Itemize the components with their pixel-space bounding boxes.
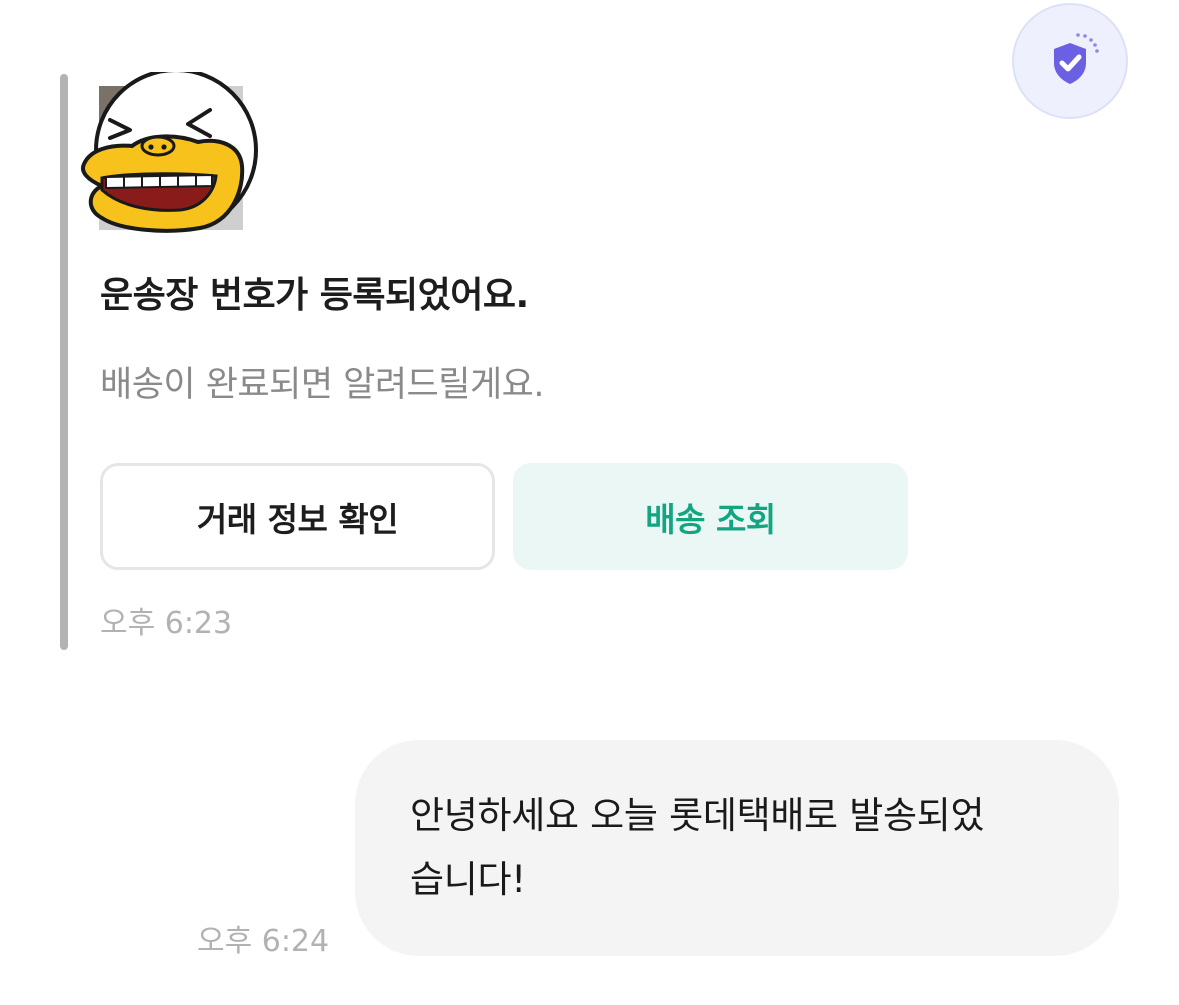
notice-timestamp: 오후 6:23	[100, 606, 233, 641]
message-timestamp: 오후 6:24	[197, 924, 330, 959]
shipment-tracking-button[interactable]: 배송 조회	[513, 463, 908, 570]
message-bubble[interactable]: 안녕하세요 오늘 롯데택배로 발송되었 습니다!	[355, 740, 1119, 956]
notice-body: 배송이 완료되면 알려드릴게요.	[100, 365, 544, 405]
laughing-duck-emoticon	[81, 72, 258, 233]
message-text: 안녕하세요 오늘 롯데택배로 발송되었 습니다!	[410, 794, 985, 901]
order-info-button[interactable]: 거래 정보 확인	[100, 463, 495, 570]
safety-badge[interactable]	[1012, 3, 1128, 119]
notice-title: 운송장 번호가 등록되었어요.	[100, 275, 529, 316]
shield-check-icon	[1054, 33, 1099, 84]
notice-accent-bar	[60, 74, 68, 650]
